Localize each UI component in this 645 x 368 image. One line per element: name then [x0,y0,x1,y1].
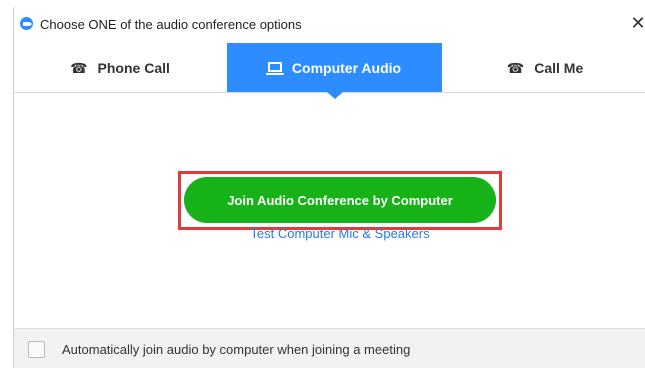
close-button[interactable]: ✕ [628,13,645,33]
join-audio-button[interactable]: Join Audio Conference by Computer [184,177,496,223]
dialog-title: Choose ONE of the audio conference optio… [40,17,302,32]
phone-icon: ☎ [70,59,88,76]
audio-option-tabs: ☎ Phone Call Computer Audio ☎ Call Me [14,43,645,99]
title-bar: Choose ONE of the audio conference optio… [14,7,645,41]
tab-call-me-label: Call Me [534,60,584,76]
tab-computer-audio-label: Computer Audio [291,60,402,76]
tab-computer-audio[interactable]: Computer Audio [227,43,442,93]
test-mic-speakers-link[interactable]: Test Computer Mic & Speakers [184,226,496,241]
auto-join-checkbox[interactable] [28,341,45,358]
phone-icon: ☎ [506,59,525,76]
tab-phone-call-label: Phone Call [97,60,170,76]
monitor-icon [265,62,284,75]
tab-phone-call[interactable]: ☎ Phone Call [14,43,226,93]
tab-call-me[interactable]: ☎ Call Me [444,43,645,93]
zoom-app-icon [20,17,33,30]
dialog-footer: Automatically join audio by computer whe… [14,328,645,368]
auto-join-label: Automatically join audio by computer whe… [62,342,411,357]
audio-conference-dialog: Choose ONE of the audio conference optio… [13,7,645,368]
selected-tab-pointer [327,92,343,99]
